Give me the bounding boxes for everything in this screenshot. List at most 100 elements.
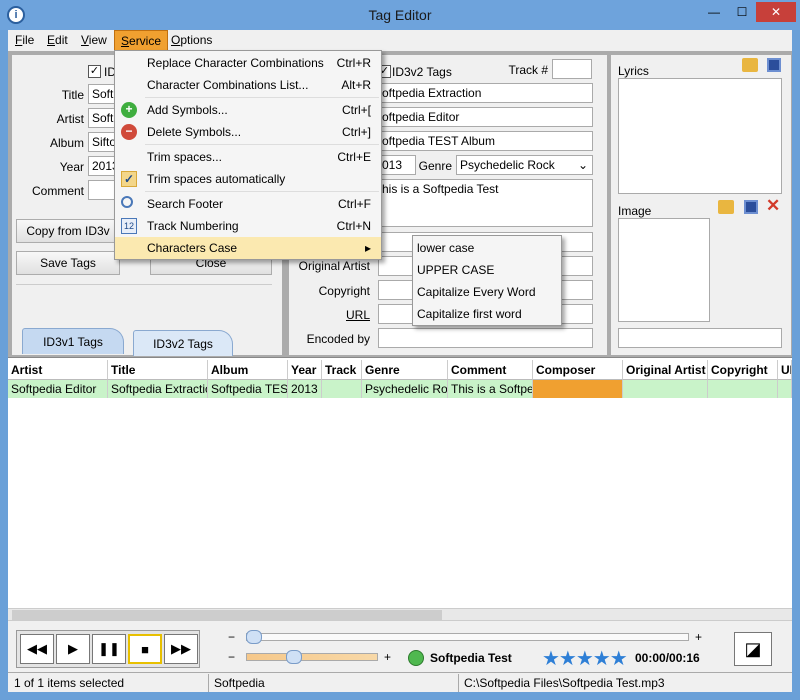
table-cell[interactable]: Psychedelic Rock: [362, 380, 448, 398]
submenu-upper-case[interactable]: UPPER CASE: [413, 259, 561, 281]
table-cell-selected[interactable]: [533, 380, 623, 398]
menu-character-combinations-list[interactable]: Character Combinations List... Alt+R: [115, 74, 381, 96]
menu-item-label: Add Symbols...: [147, 103, 228, 117]
menu-trim-spaces[interactable]: Trim spaces... Ctrl+E: [115, 146, 381, 168]
menu-item-label: Trim spaces...: [147, 150, 222, 164]
save-icon[interactable]: [767, 58, 781, 72]
save-image-icon[interactable]: [744, 200, 758, 214]
column-header-year[interactable]: Year: [288, 360, 322, 380]
maximize-button[interactable]: ☐: [728, 2, 756, 22]
id3v2-artist-field[interactable]: oftpedia Editor: [378, 107, 593, 127]
table-cell[interactable]: This is a Softped: [448, 380, 533, 398]
menu-shortcut: Ctrl+R: [336, 56, 371, 70]
menu-edit[interactable]: Edit: [41, 30, 74, 51]
table-cell[interactable]: Softpedia TEST: [208, 380, 288, 398]
column-header-artist[interactable]: Artist: [8, 360, 108, 380]
position-slider[interactable]: [246, 633, 689, 641]
column-header-url[interactable]: UI: [778, 360, 792, 380]
menu-options[interactable]: Options: [165, 30, 218, 51]
id3v2-comment-field[interactable]: his is a Softpedia Test: [378, 179, 593, 227]
open-folder-icon[interactable]: [742, 58, 758, 72]
volume-slider[interactable]: [246, 653, 378, 661]
status-divider: [458, 674, 459, 692]
prev-button[interactable]: ◀◀: [20, 634, 54, 664]
rating-stars[interactable]: ★★★★★: [542, 646, 628, 671]
column-header-title[interactable]: Title: [108, 360, 208, 380]
id3v2-title-field[interactable]: oftpedia Extraction: [378, 83, 593, 103]
time-display: 00:00/00:16: [635, 651, 700, 665]
url-label[interactable]: URL: [290, 308, 370, 322]
playing-icon: [408, 650, 424, 666]
scrollbar-thumb[interactable]: [12, 610, 442, 620]
menu-shortcut: Ctrl+N: [336, 219, 371, 233]
column-header-composer[interactable]: Composer: [533, 360, 623, 380]
tab-id3v1[interactable]: ID3v1 Tags: [22, 328, 124, 354]
table-cell[interactable]: Softpedia Editor: [8, 380, 108, 398]
status-divider: [208, 674, 209, 692]
volume-slider-thumb[interactable]: [286, 650, 302, 664]
image-label: Image: [618, 204, 652, 218]
id3v2-year-field[interactable]: 013: [378, 155, 416, 175]
volume-minus-button[interactable]: −: [228, 650, 235, 664]
table-cell[interactable]: [623, 380, 708, 398]
menu-shortcut: Ctrl+F: [338, 197, 371, 211]
menu-view[interactable]: View: [75, 30, 113, 51]
position-minus-button[interactable]: −: [228, 630, 235, 644]
genre-label: Genre: [418, 159, 452, 173]
image-box[interactable]: [618, 218, 710, 322]
divider: [16, 284, 272, 285]
submenu-lower-case[interactable]: lower case: [413, 237, 561, 259]
table-cell[interactable]: Softpedia Extraction: [108, 380, 208, 398]
menu-search-footer[interactable]: Search Footer Ctrl+F: [115, 193, 381, 215]
tag-card-icon[interactable]: ◪: [734, 632, 772, 666]
year-label: Year: [59, 160, 84, 174]
close-window-button[interactable]: ✕: [756, 2, 796, 22]
stop-button[interactable]: ■: [128, 634, 162, 664]
menu-trim-spaces-automatically[interactable]: ✓ Trim spaces automatically: [115, 168, 381, 190]
service-menu: Replace Character Combinations Ctrl+R Cha…: [114, 50, 382, 260]
delete-image-icon[interactable]: ✕: [766, 196, 780, 216]
column-header-genre[interactable]: Genre: [362, 360, 448, 380]
menu-track-numbering[interactable]: 12 Track Numbering Ctrl+N: [115, 215, 381, 237]
tab-id3v2[interactable]: ID3v2 Tags: [133, 330, 233, 356]
column-header-comment[interactable]: Comment: [448, 360, 533, 380]
menu-item-label: Trim spaces automatically: [147, 172, 286, 186]
table-cell[interactable]: [322, 380, 362, 398]
encoded-by-field[interactable]: [378, 328, 593, 348]
id3v1-enable-checkbox[interactable]: ✓: [88, 65, 101, 78]
track-field[interactable]: [552, 59, 592, 79]
table-cell[interactable]: [708, 380, 778, 398]
lyrics-textarea[interactable]: [618, 78, 782, 194]
column-header-copyright[interactable]: Copyright: [708, 360, 778, 380]
genre-select[interactable]: Psychedelic Rock ⌄: [456, 155, 593, 175]
volume-plus-button[interactable]: +: [384, 650, 391, 664]
menu-service[interactable]: Service: [114, 30, 169, 51]
menu-add-symbols[interactable]: + Add Symbols... Ctrl+[: [115, 99, 381, 121]
table-cell[interactable]: [778, 380, 792, 398]
save-tags-button[interactable]: Save Tags: [16, 251, 120, 275]
track-label: Track #: [508, 63, 548, 77]
id3v2-album-field[interactable]: oftpedia TEST Album: [378, 131, 593, 151]
submenu-capitalize-every-word[interactable]: Capitalize Every Word: [413, 281, 561, 303]
open-image-icon[interactable]: [718, 200, 734, 214]
minus-icon: −: [121, 124, 137, 140]
pause-button[interactable]: ❚❚: [92, 634, 126, 664]
column-header-original-artist[interactable]: Original Artist: [623, 360, 708, 380]
column-header-track[interactable]: Track: [322, 360, 362, 380]
copy-from-id3v2-button[interactable]: Copy from ID3v: [16, 219, 120, 243]
next-button[interactable]: ▶▶: [164, 634, 198, 664]
play-button[interactable]: ▶: [56, 634, 90, 664]
table-cell[interactable]: 2013: [288, 380, 322, 398]
image-description-field[interactable]: [618, 328, 782, 348]
encoded-by-label: Encoded by: [306, 332, 370, 346]
submenu-capitalize-first-word[interactable]: Capitalize first word: [413, 303, 561, 325]
column-header-album[interactable]: Album: [208, 360, 288, 380]
position-plus-button[interactable]: +: [695, 630, 702, 644]
title-label: Title: [61, 88, 84, 102]
menu-delete-symbols[interactable]: − Delete Symbols... Ctrl+]: [115, 121, 381, 143]
minimize-button[interactable]: —: [700, 2, 728, 22]
menu-file[interactable]: File: [9, 30, 40, 51]
menu-characters-case[interactable]: Characters Case ▸: [115, 237, 381, 259]
position-slider-thumb[interactable]: [246, 630, 262, 644]
menu-replace-character-combinations[interactable]: Replace Character Combinations Ctrl+R: [115, 52, 381, 74]
